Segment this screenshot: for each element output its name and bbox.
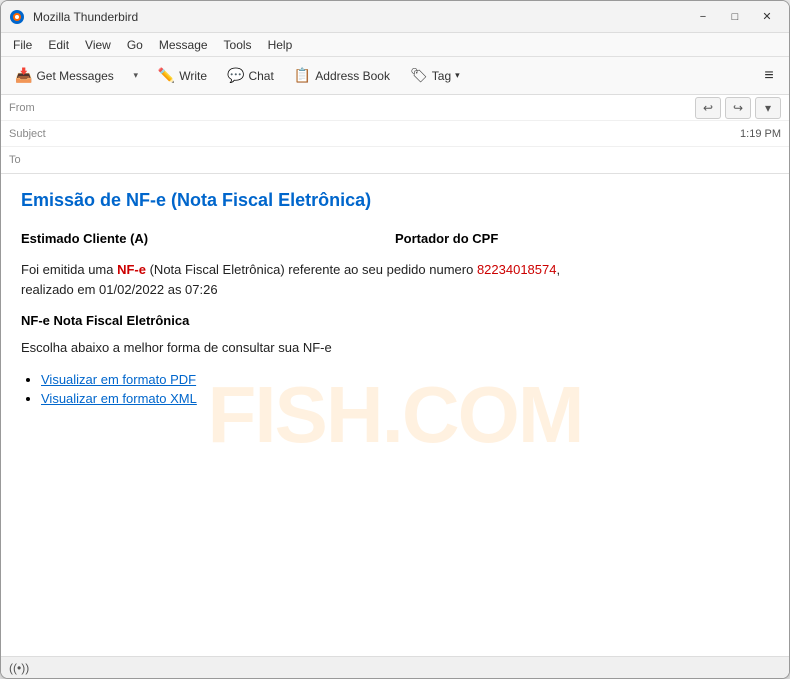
chat-icon: 💬 (227, 67, 244, 84)
write-button[interactable]: ✏️ Write (150, 63, 215, 88)
menu-edit[interactable]: Edit (40, 36, 77, 54)
menu-message[interactable]: Message (151, 36, 216, 54)
reply-button[interactable]: ↩ (695, 97, 721, 119)
more-actions-button[interactable]: ▾ (755, 97, 781, 119)
list-item: Visualizar em formato XML (41, 391, 769, 406)
menu-view[interactable]: View (77, 36, 119, 54)
greeting-right: Portador do CPF (395, 231, 769, 246)
title-bar: Mozilla Thunderbird − □ ✕ (1, 1, 789, 33)
from-label: From (9, 102, 64, 114)
chat-label: Chat (248, 69, 273, 83)
body-text-2: (Nota Fiscal Eletrônica) referente ao se… (146, 262, 477, 277)
status-icon: ((•)) (9, 661, 29, 675)
forward-button[interactable]: ↪ (725, 97, 751, 119)
app-icon (9, 9, 25, 25)
write-icon: ✏️ (158, 67, 175, 84)
email-subject: Emissão de NF-e (Nota Fiscal Eletrônica) (21, 190, 769, 211)
toolbar: 📥 Get Messages ▾ ✏️ Write 💬 Chat 📋 Addre… (1, 57, 789, 95)
menu-file[interactable]: File (5, 36, 40, 54)
email-body: FISH.COM Emissão de NF-e (Nota Fiscal El… (1, 174, 789, 656)
get-messages-icon: 📥 (15, 67, 32, 84)
header-actions: ↩ ↪ ▾ (695, 97, 781, 119)
subject-row: Subject 1:19 PM (1, 121, 789, 147)
email-header: From ↩ ↪ ▾ Subject 1:19 PM To (1, 95, 789, 174)
chat-button[interactable]: 💬 Chat (219, 63, 282, 88)
address-book-label: Address Book (315, 69, 390, 83)
menu-go[interactable]: Go (119, 36, 151, 54)
nfe-highlight: NF-e (117, 262, 146, 277)
toolbar-menu-button[interactable]: ≡ (755, 62, 783, 90)
get-messages-dropdown[interactable]: ▾ (126, 62, 146, 90)
window-controls: − □ ✕ (689, 6, 781, 28)
section-text: Escolha abaixo a melhor forma de consult… (21, 338, 769, 358)
greeting-left: Estimado Cliente (A) (21, 231, 395, 246)
section-title: NF-e Nota Fiscal Eletrônica (21, 313, 769, 328)
main-window: Mozilla Thunderbird − □ ✕ File Edit View… (0, 0, 790, 679)
greeting-row: Estimado Cliente (A) Portador do CPF (21, 231, 769, 246)
to-label: To (9, 154, 64, 166)
address-book-icon: 📋 (294, 67, 311, 84)
tag-label: Tag (432, 69, 451, 83)
email-links-list: Visualizar em formato PDF Visualizar em … (41, 372, 769, 406)
get-messages-button[interactable]: 📥 Get Messages (7, 63, 122, 88)
get-messages-label: Get Messages (36, 69, 113, 83)
pdf-link[interactable]: Visualizar em formato PDF (41, 372, 196, 387)
to-row: To (1, 147, 789, 173)
tag-button[interactable]: 🏷 Tag ▾ (402, 63, 468, 88)
from-row: From ↩ ↪ ▾ (1, 95, 789, 121)
body-text-3: , (556, 262, 560, 277)
window-title: Mozilla Thunderbird (33, 10, 689, 24)
body-text-1: Foi emitida uma (21, 262, 117, 277)
subject-label: Subject (9, 128, 64, 140)
menu-tools[interactable]: Tools (216, 36, 260, 54)
email-paragraph-1: Foi emitida uma NF-e (Nota Fiscal Eletrô… (21, 260, 769, 299)
maximize-button[interactable]: □ (721, 6, 749, 28)
list-item: Visualizar em formato PDF (41, 372, 769, 387)
xml-link[interactable]: Visualizar em formato XML (41, 391, 197, 406)
write-label: Write (179, 69, 207, 83)
body-text-4: realizado em 01/02/2022 as 07:26 (21, 282, 218, 297)
email-time: 1:19 PM (740, 128, 781, 140)
address-book-button[interactable]: 📋 Address Book (286, 63, 398, 88)
tag-icon: 🏷 (410, 67, 428, 84)
status-bar: ((•)) (1, 656, 789, 678)
menu-bar: File Edit View Go Message Tools Help (1, 33, 789, 57)
menu-help[interactable]: Help (260, 36, 301, 54)
tag-dropdown-icon: ▾ (455, 70, 460, 81)
close-button[interactable]: ✕ (753, 6, 781, 28)
email-content: Emissão de NF-e (Nota Fiscal Eletrônica)… (21, 190, 769, 406)
minimize-button[interactable]: − (689, 6, 717, 28)
order-number-highlight: 82234018574 (477, 262, 557, 277)
